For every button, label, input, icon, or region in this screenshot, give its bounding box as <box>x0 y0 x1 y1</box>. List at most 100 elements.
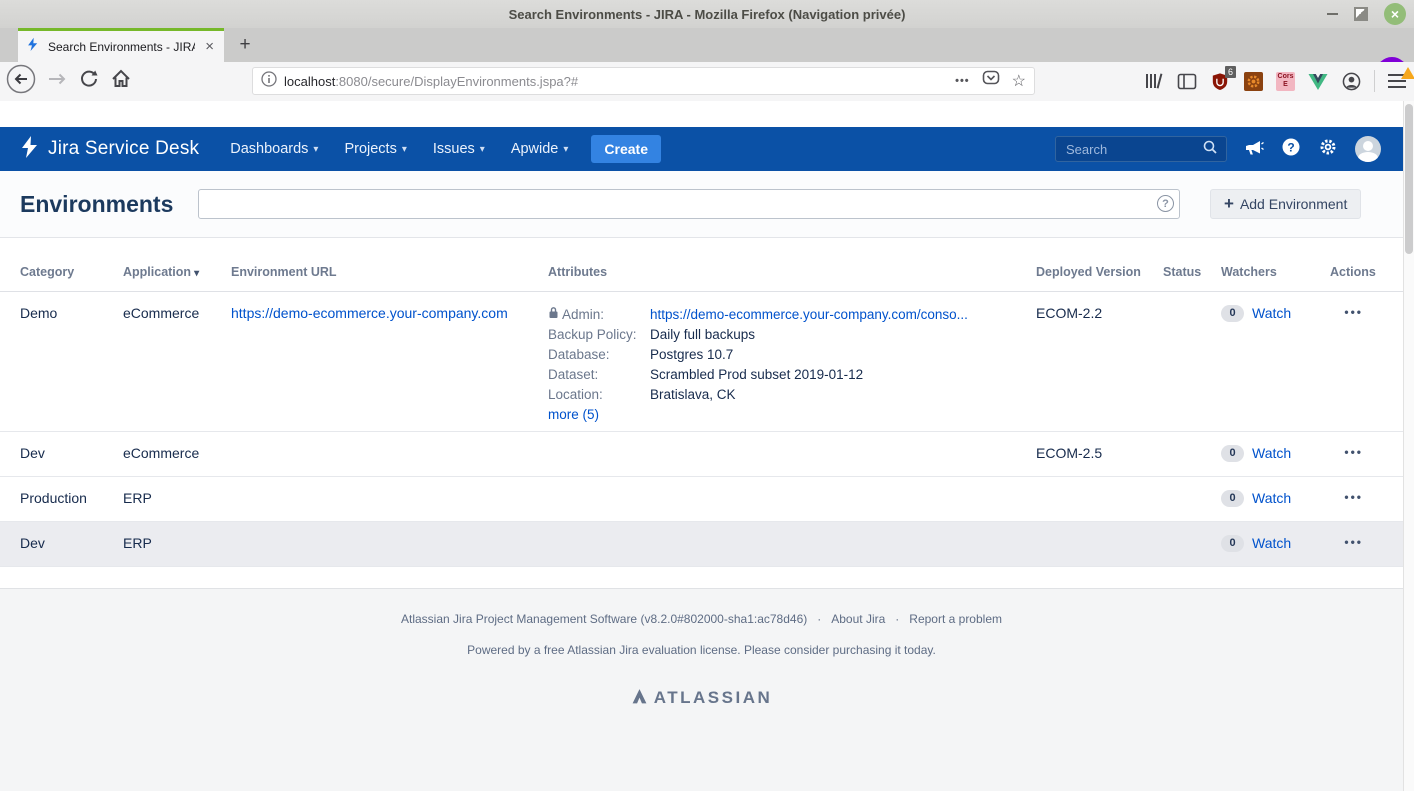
svg-text:?: ? <box>1287 140 1294 154</box>
attribute-label: Location: <box>548 385 650 405</box>
reload-button[interactable] <box>78 68 100 95</box>
url-path: :8080/secure/DisplayEnvironments.jspa?# <box>335 74 578 89</box>
column-watchers[interactable]: Watchers <box>1221 265 1330 291</box>
vue-devtools-icon[interactable] <box>1308 71 1328 91</box>
jira-favicon-icon <box>26 37 40 56</box>
page-actions-icon[interactable]: ••• <box>955 75 970 87</box>
attribute-label: Database: <box>548 345 650 365</box>
lock-icon <box>548 305 559 325</box>
category-cell: Dev <box>20 522 123 566</box>
category-cell: Dev <box>20 432 123 476</box>
environment-search-input[interactable] <box>198 189 1180 219</box>
page-scrollbar[interactable] <box>1403 101 1414 791</box>
url-bar[interactable]: localhost:8080/secure/DisplayEnvironment… <box>252 67 1035 95</box>
row-actions-icon[interactable]: ••• <box>1330 432 1403 476</box>
sidebar-icon[interactable] <box>1177 71 1197 91</box>
scrollbar-thumb[interactable] <box>1405 104 1413 254</box>
pocket-icon[interactable] <box>982 70 1000 92</box>
footer-license-text: Powered by a free Atlassian Jira evaluat… <box>0 643 1403 657</box>
page-title: Environments <box>20 191 198 218</box>
home-button[interactable] <box>110 68 132 95</box>
admin-url-link[interactable]: https://demo-ecommerce.your-company.com/… <box>650 307 968 322</box>
about-jira-link[interactable]: About Jira <box>831 612 885 626</box>
menu-apwide-label: Apwide <box>511 141 559 157</box>
attribute-label: Backup Policy: <box>548 325 650 345</box>
watchers-cell: 0 Watch <box>1221 432 1330 476</box>
row-actions-icon[interactable]: ••• <box>1330 477 1403 521</box>
close-icon[interactable]: × <box>1384 3 1406 25</box>
watchers-cell: 0 Watch <box>1221 477 1330 521</box>
report-problem-link[interactable]: Report a problem <box>909 612 1002 626</box>
attribute-value: Daily full backups <box>650 325 1036 345</box>
tab-search-environments[interactable]: Search Environments - JIRA × <box>18 28 224 62</box>
watchers-count-badge: 0 <box>1221 490 1244 507</box>
row-actions-icon[interactable]: ••• <box>1330 522 1403 566</box>
add-environment-button[interactable]: + Add Environment <box>1210 189 1361 219</box>
watchers-count-badge: 0 <box>1221 445 1244 462</box>
atlassian-wordmark: ATLASSIAN <box>654 688 773 708</box>
row-actions-icon[interactable]: ••• <box>1330 292 1403 438</box>
watch-link[interactable]: Watch <box>1252 535 1291 551</box>
menu-dashboards-label: Dashboards <box>230 141 308 157</box>
menu-dashboards[interactable]: Dashboards ▾ <box>217 141 331 157</box>
watch-link[interactable]: Watch <box>1252 490 1291 506</box>
watchers-cell: 0 Watch <box>1221 292 1330 438</box>
column-deployed-version[interactable]: Deployed Version <box>1036 265 1163 291</box>
application-cell: ERP <box>123 522 231 566</box>
firefox-window: Search Environments - JIRA - Mozilla Fir… <box>0 0 1414 791</box>
cors-everywhere-icon[interactable]: Cors E <box>1276 72 1295 91</box>
create-button[interactable]: Create <box>591 135 661 163</box>
column-environment-url[interactable]: Environment URL <box>231 265 548 291</box>
column-status[interactable]: Status <box>1163 265 1221 291</box>
column-application[interactable]: Application▾ <box>123 265 231 291</box>
jira-logo[interactable]: Jira Service Desk <box>20 136 199 163</box>
application-cell: ERP <box>123 477 231 521</box>
bookmark-star-icon[interactable]: ☆ <box>1012 71 1026 91</box>
table-row[interactable]: Demo eCommerce https://demo-ecommerce.yo… <box>0 292 1403 432</box>
tab-close-icon[interactable]: × <box>203 39 216 54</box>
tab-title: Search Environments - JIRA <box>48 40 195 54</box>
menu-hamburger-icon[interactable] <box>1388 74 1406 88</box>
back-button[interactable] <box>6 64 36 99</box>
status-cell <box>1163 292 1221 438</box>
menu-apwide[interactable]: Apwide ▾ <box>498 141 582 157</box>
ublock-icon[interactable]: 6 <box>1210 71 1230 91</box>
table-row[interactable]: Dev ERP 0 Watch ••• <box>0 522 1403 567</box>
column-attributes[interactable]: Attributes <box>548 265 1036 291</box>
search-help-icon[interactable]: ? <box>1157 195 1174 212</box>
watch-link[interactable]: Watch <box>1252 305 1291 321</box>
site-info-icon[interactable] <box>261 71 277 92</box>
announcement-icon[interactable] <box>1244 138 1264 161</box>
more-attributes-link[interactable]: more (5) <box>548 405 599 425</box>
settings-gear-icon[interactable] <box>1318 137 1338 162</box>
attribute-label-text: Admin: <box>562 305 604 325</box>
search-icon <box>1202 139 1218 160</box>
quick-search[interactable] <box>1055 136 1227 162</box>
table-row[interactable]: Production ERP 0 Watch ••• <box>0 477 1403 522</box>
menu-projects[interactable]: Projects ▾ <box>331 141 419 157</box>
help-icon[interactable]: ? <box>1281 137 1301 162</box>
attribute-value: Scrambled Prod subset 2019-01-12 <box>650 365 1036 385</box>
status-cell <box>1163 522 1221 566</box>
account-icon[interactable] <box>1341 71 1361 91</box>
user-avatar[interactable] <box>1355 136 1381 162</box>
new-tab-button[interactable]: + <box>232 32 258 58</box>
quick-search-input[interactable] <box>1064 141 1202 158</box>
library-icon[interactable] <box>1144 71 1164 91</box>
chevron-down-icon: ▾ <box>402 144 407 155</box>
watch-link[interactable]: Watch <box>1252 445 1291 461</box>
menu-issues[interactable]: Issues ▾ <box>420 141 498 157</box>
attributes-cell: Admin: https://demo-ecommerce.your-compa… <box>548 292 1036 438</box>
window-controls: × <box>1327 0 1406 28</box>
table-row[interactable]: Dev eCommerce ECOM-2.5 0 Watch ••• <box>0 432 1403 477</box>
column-category[interactable]: Category <box>20 265 123 291</box>
environment-url-link[interactable]: https://demo-ecommerce.your-company.com <box>231 305 508 321</box>
restore-icon[interactable] <box>1354 7 1368 21</box>
footer-separator: · <box>817 612 821 626</box>
update-warning-icon <box>1401 67 1414 79</box>
userscript-gear-icon[interactable] <box>1243 71 1263 91</box>
forward-button[interactable] <box>46 68 68 95</box>
column-actions[interactable]: Actions <box>1330 265 1403 291</box>
minimize-icon[interactable] <box>1327 13 1338 15</box>
application-cell: eCommerce <box>123 292 231 438</box>
